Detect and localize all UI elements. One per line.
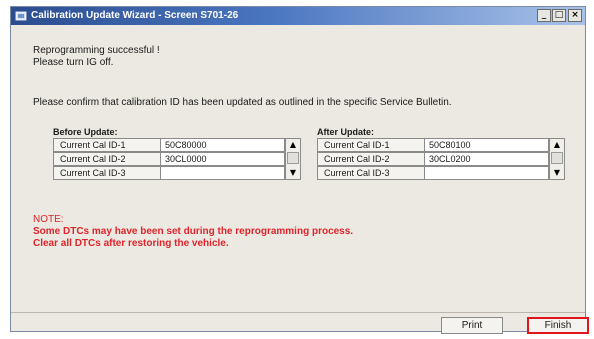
cal-id-value[interactable]: 30CL0200 bbox=[425, 152, 549, 166]
after-update-title: After Update: bbox=[317, 127, 375, 137]
note-title: NOTE: bbox=[33, 214, 64, 225]
scroll-thumb[interactable] bbox=[287, 152, 299, 164]
footer-divider bbox=[11, 312, 585, 313]
calibration-wizard-window: Calibration Update Wizard - Screen S701-… bbox=[10, 6, 589, 334]
title-bar[interactable]: Calibration Update Wizard - Screen S701-… bbox=[11, 7, 585, 25]
confirm-message: Please confirm that calibration ID has b… bbox=[33, 97, 452, 108]
scroll-up-icon[interactable]: ▲ bbox=[550, 139, 564, 151]
cal-id-value[interactable] bbox=[425, 166, 549, 180]
cal-id-label: Current Cal ID-2 bbox=[53, 152, 161, 166]
note-line-1: Some DTCs may have been set during the r… bbox=[33, 226, 354, 237]
dtc-note: NOTE: Some DTCs may have been set during… bbox=[33, 214, 353, 250]
scroll-up-icon[interactable]: ▲ bbox=[286, 139, 300, 151]
cal-id-value[interactable] bbox=[161, 166, 285, 180]
cal-id-value[interactable]: 30CL0000 bbox=[161, 152, 285, 166]
note-line-2: Clear all DTCs after restoring the vehic… bbox=[33, 238, 229, 249]
before-scrollbar[interactable]: ▲ ▼ bbox=[285, 138, 301, 180]
before-update-title: Before Update: bbox=[53, 127, 118, 137]
maximize-button[interactable]: □ bbox=[552, 9, 566, 22]
scroll-down-icon[interactable]: ▼ bbox=[286, 167, 300, 179]
cal-id-label: Current Cal ID-3 bbox=[317, 166, 425, 180]
minimize-button[interactable]: _ bbox=[537, 9, 551, 22]
before-row-cal-id-1: Current Cal ID-1 50C80000 bbox=[53, 138, 301, 152]
cal-id-label: Current Cal ID-1 bbox=[53, 138, 161, 152]
before-row-cal-id-3: Current Cal ID-3 bbox=[53, 166, 301, 180]
before-update-table: Current Cal ID-1 50C80000 Current Cal ID… bbox=[53, 138, 301, 180]
cal-id-value[interactable]: 50C80000 bbox=[161, 138, 285, 152]
success-message: Reprogramming successful ! bbox=[33, 45, 160, 56]
print-button[interactable]: Print bbox=[441, 317, 503, 334]
turn-ig-off-message: Please turn IG off. bbox=[33, 57, 114, 68]
cal-id-label: Current Cal ID-2 bbox=[317, 152, 425, 166]
scroll-thumb[interactable] bbox=[551, 152, 563, 164]
after-update-table: Current Cal ID-1 50C80100 Current Cal ID… bbox=[317, 138, 565, 180]
scroll-down-icon[interactable]: ▼ bbox=[550, 167, 564, 179]
after-row-cal-id-1: Current Cal ID-1 50C80100 bbox=[317, 138, 565, 152]
before-row-cal-id-2: Current Cal ID-2 30CL0000 bbox=[53, 152, 301, 166]
close-button[interactable]: × bbox=[568, 9, 582, 22]
after-row-cal-id-2: Current Cal ID-2 30CL0200 bbox=[317, 152, 565, 166]
cal-id-value[interactable]: 50C80100 bbox=[425, 138, 549, 152]
finish-button[interactable]: Finish bbox=[527, 317, 589, 334]
cal-id-label: Current Cal ID-1 bbox=[317, 138, 425, 152]
after-scrollbar[interactable]: ▲ ▼ bbox=[549, 138, 565, 180]
cal-id-label: Current Cal ID-3 bbox=[53, 166, 161, 180]
window-title: Calibration Update Wizard - Screen S701-… bbox=[31, 10, 239, 21]
after-row-cal-id-3: Current Cal ID-3 bbox=[317, 166, 565, 180]
app-icon bbox=[15, 11, 27, 21]
